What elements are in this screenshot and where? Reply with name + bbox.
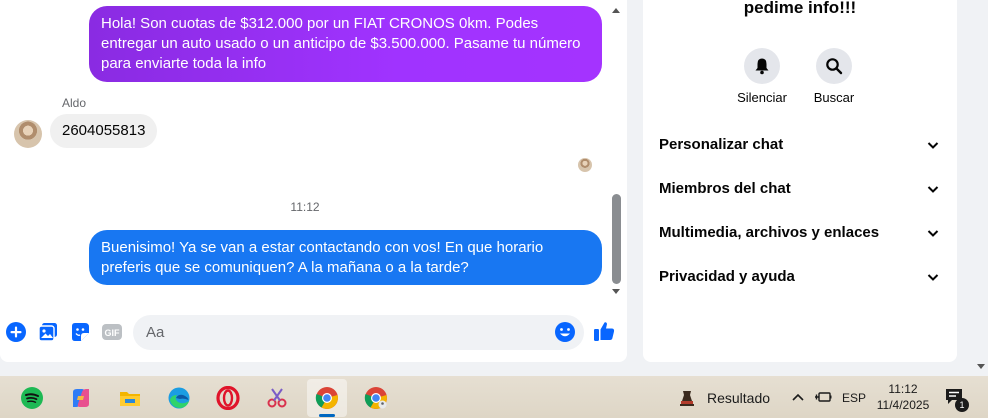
battery-plug-icon[interactable] xyxy=(814,390,832,404)
like-icon[interactable] xyxy=(592,319,618,345)
scroll-down-arrow[interactable] xyxy=(612,289,620,294)
message-timestamp: 11:12 xyxy=(290,200,320,214)
chevron-down-icon xyxy=(927,142,939,149)
chevron-down-icon xyxy=(927,274,939,281)
opera-icon[interactable] xyxy=(208,379,248,417)
scrollbar-thumb[interactable] xyxy=(612,194,621,284)
chat-pane: Hola! Son cuotas de $312.000 por un FIAT… xyxy=(0,0,627,362)
read-receipt-avatar xyxy=(578,158,592,172)
active-app-indicator xyxy=(319,414,335,417)
section-miembros-del-chat[interactable]: Miembros del chat xyxy=(659,177,945,201)
message-input[interactable]: Aa xyxy=(133,315,584,350)
chat-title: pedime info!!! xyxy=(743,0,857,17)
language-indicator[interactable]: ESP xyxy=(842,391,866,405)
section-label: Multimedia, archivos y enlaces xyxy=(659,224,880,241)
plus-circle-icon[interactable] xyxy=(4,320,28,344)
message-input-placeholder: Aa xyxy=(146,324,165,341)
widget-label[interactable]: Resultado xyxy=(707,390,770,406)
section-personalizar-chat[interactable]: Personalizar chat xyxy=(659,133,945,157)
scroll-up-arrow[interactable] xyxy=(612,8,620,13)
sticker-icon[interactable] xyxy=(68,320,92,344)
bell-icon xyxy=(744,48,780,84)
section-label: Personalizar chat xyxy=(659,136,784,153)
clock[interactable]: 11:12 11/4/2025 xyxy=(873,381,933,413)
mute-button[interactable]: Silenciar xyxy=(732,48,792,105)
notification-badge: 1 xyxy=(955,398,969,412)
file-explorer-icon[interactable] xyxy=(110,379,150,417)
notification-center-button[interactable]: 1 xyxy=(945,388,969,412)
copilot-icon[interactable] xyxy=(61,379,101,417)
message-outgoing[interactable]: Buenisimo! Ya se van a estar contactando… xyxy=(89,230,602,285)
chrome-profile-icon[interactable] xyxy=(356,379,396,417)
clock-date: 11/4/2025 xyxy=(876,398,930,412)
chess-widget-icon[interactable] xyxy=(669,379,705,417)
section-label: Miembros del chat xyxy=(659,180,791,197)
mute-label: Silenciar xyxy=(737,90,787,105)
section-multimedia[interactable]: Multimedia, archivos y enlaces xyxy=(659,221,945,245)
photo-icon[interactable] xyxy=(36,320,60,344)
chevron-down-icon xyxy=(927,230,939,237)
chevron-down-icon xyxy=(927,186,939,193)
message-outgoing[interactable]: Hola! Son cuotas de $312.000 por un FIAT… xyxy=(89,6,602,82)
section-label: Privacidad y ayuda xyxy=(659,268,795,285)
chrome-icon[interactable] xyxy=(307,379,347,417)
message-incoming[interactable]: 2604055813 xyxy=(50,114,158,148)
emoji-icon[interactable] xyxy=(554,321,576,343)
chevron-up-icon[interactable] xyxy=(791,392,805,402)
edge-icon[interactable] xyxy=(159,379,199,417)
spotify-icon[interactable] xyxy=(12,379,52,417)
chat-info-pane: pedime info!!! Silenciar Buscar Personal… xyxy=(643,0,957,362)
search-label: Buscar xyxy=(813,90,855,105)
svg-text:GIF: GIF xyxy=(105,328,121,338)
windows-taskbar: Resultado ESP 11:12 11/4/2025 1 xyxy=(0,376,988,418)
gif-icon[interactable]: GIF xyxy=(100,320,124,344)
search-button[interactable]: Buscar xyxy=(804,48,864,105)
page-scroll-down-arrow[interactable] xyxy=(977,364,985,369)
clock-time: 11:12 xyxy=(888,382,918,396)
avatar[interactable] xyxy=(14,120,42,148)
section-privacidad-y-ayuda[interactable]: Privacidad y ayuda xyxy=(659,265,945,289)
snipping-tool-icon[interactable] xyxy=(257,379,297,417)
message-sender-name: Aldo xyxy=(62,96,87,110)
search-icon xyxy=(816,48,852,84)
